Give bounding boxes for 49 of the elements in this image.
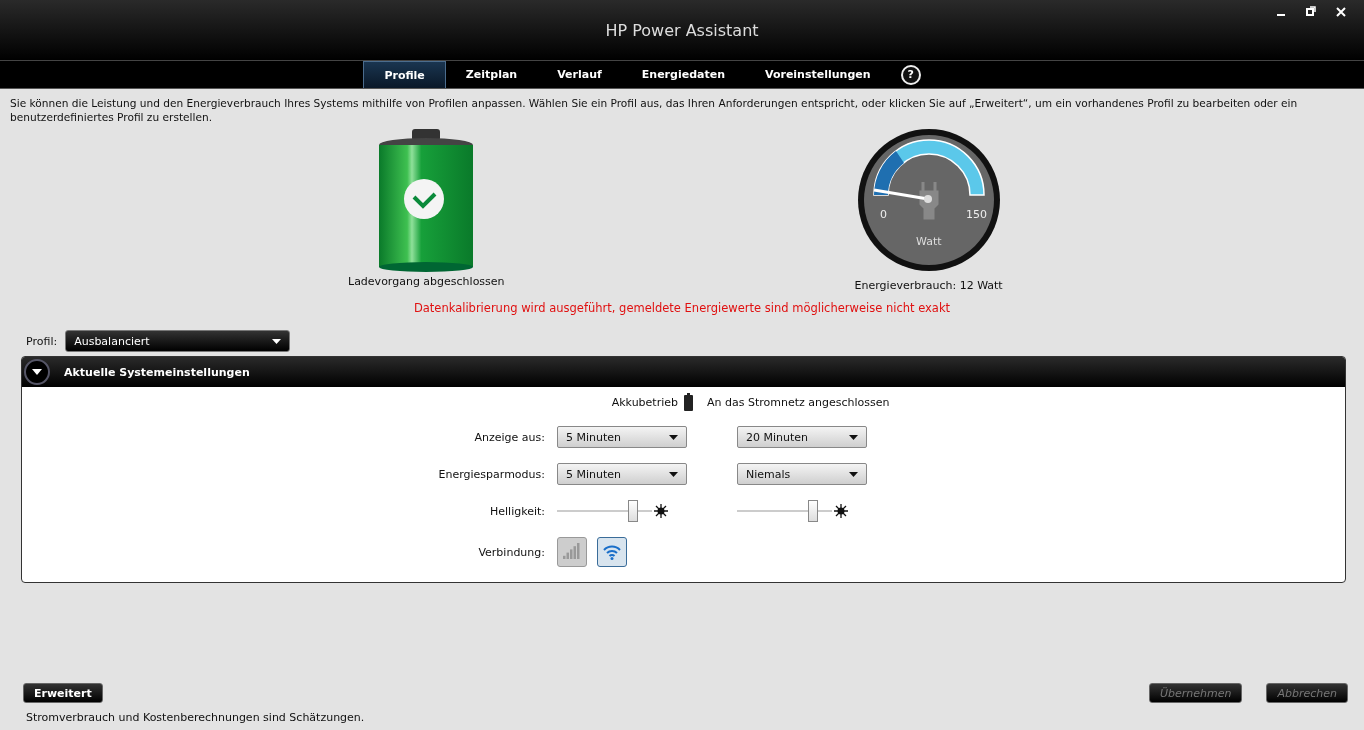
time-dropdown[interactable]: 5 Minuten <box>557 463 687 485</box>
help-button[interactable]: ? <box>900 64 921 85</box>
setting-label: Verbindung: <box>477 545 546 559</box>
signal-toggle[interactable] <box>557 537 587 567</box>
time-dropdown[interactable]: Niemals <box>737 463 867 485</box>
close-icon[interactable] <box>1336 4 1346 18</box>
setting-label: Energiesparmodus: <box>437 467 546 481</box>
caret-icon <box>669 471 678 477</box>
slider-thumb[interactable] <box>628 500 638 522</box>
collapse-button[interactable] <box>24 359 50 385</box>
caret-icon <box>849 471 858 477</box>
tab[interactable]: Zeitplan <box>445 61 538 88</box>
tab[interactable]: Voreinstellungen <box>745 61 891 88</box>
column-heading: Akkubetrieb <box>611 395 678 409</box>
panel-title: Aktuelle Systemeinstellungen <box>64 365 250 379</box>
gauge-unit-label: Watt <box>915 235 942 248</box>
time-dropdown[interactable]: 5 Minuten <box>557 426 687 448</box>
sun-icon <box>654 504 668 518</box>
caret-icon <box>849 434 858 440</box>
gauge-min-label: 0 <box>879 208 887 221</box>
warning-text: Datenkalibrierung wird ausgeführt, gemeldete Energiewerte sind möglicherweise nicht exakt <box>412 301 952 315</box>
tab[interactable]: Profile <box>363 61 446 88</box>
plug-icon <box>919 180 939 220</box>
gauge-max-label: 150 <box>965 208 987 221</box>
window-title: HP Power Assistant <box>605 20 759 40</box>
signal-bars-icon <box>563 543 581 561</box>
wifi-icon <box>602 544 622 560</box>
power-caption: Energieverbrauch: 12 Watt <box>854 279 1003 292</box>
caret-icon <box>32 369 42 375</box>
setting-label: Anzeige aus: <box>473 430 546 444</box>
column-heading: An das Stromnetz angeschlossen <box>707 395 890 409</box>
footnote-text: Stromverbrauch und Kostenberechnungen sind Schätzungen. <box>26 711 366 724</box>
slider-thumb[interactable] <box>808 500 818 522</box>
action-button[interactable]: Erweitert <box>23 683 103 703</box>
wifi-toggle[interactable] <box>597 537 627 567</box>
profile-label: Profil: <box>26 334 58 348</box>
caret-icon <box>272 338 282 344</box>
battery-icon <box>684 393 693 411</box>
profile-dropdown[interactable]: Ausbalanciert <box>65 330 291 352</box>
sun-icon <box>834 504 848 518</box>
caret-icon <box>669 434 678 440</box>
intro-text: Sie können die Leistung und den Energieverbrauch Ihres Systems mithilfe von Profilen anpassen. Wählen Sie ein Profil aus, das Ihren Anforderungen entspricht, oder klicken Sie auf „Erweitert“, um ein vorhandenes Profil zu bearbeiten oder ein benutzerdefiniertes Profil zu erstellen. <box>10 96 1299 124</box>
setting-label: Helligkeit: <box>489 504 546 518</box>
restore-icon[interactable] <box>1306 4 1316 18</box>
gauge-needle <box>873 188 932 203</box>
battery-caption: Ladevorgang abgeschlossen <box>348 275 505 288</box>
time-dropdown[interactable]: 20 Minuten <box>737 426 867 448</box>
tab[interactable]: Verlauf <box>537 61 622 88</box>
tab[interactable]: Energiedaten <box>621 61 745 88</box>
